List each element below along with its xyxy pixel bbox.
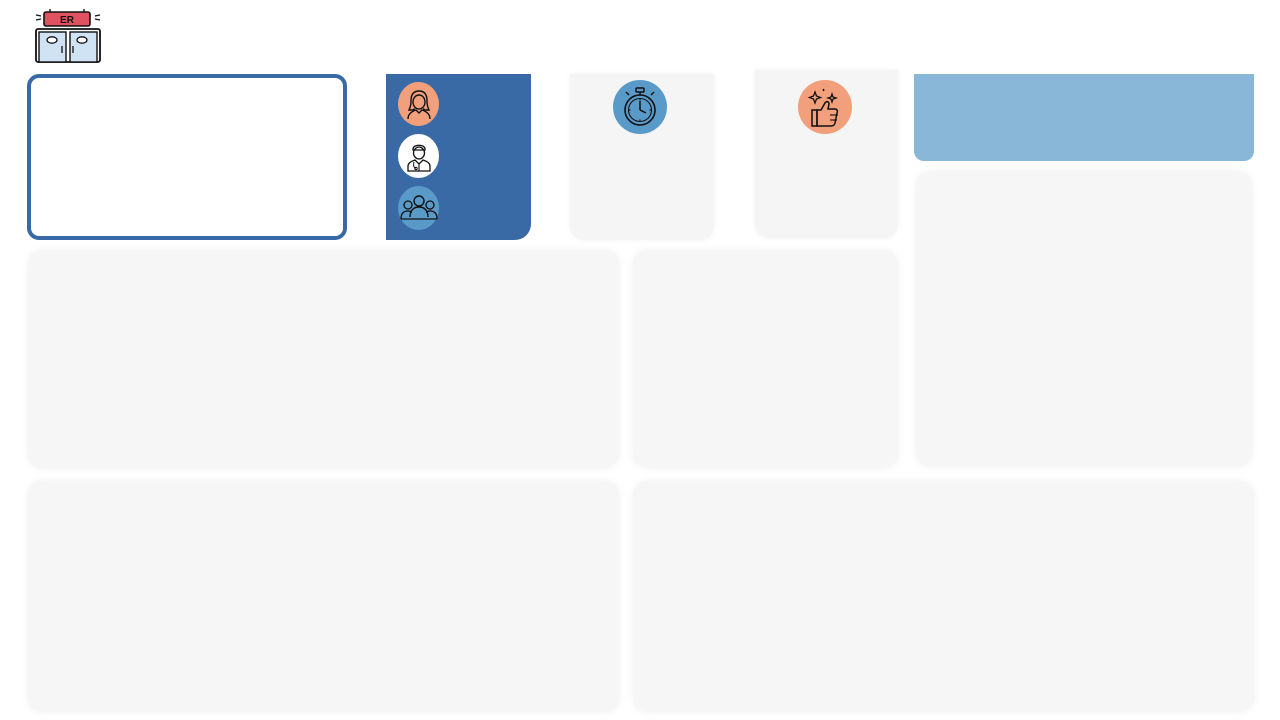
er-logo: ER: [34, 8, 102, 66]
chart-card-middle-center: [633, 250, 898, 468]
chart-card-bottom-right: [633, 481, 1254, 712]
kpi-card-satisfaction: [755, 70, 898, 238]
stopwatch-icon: [624, 87, 656, 126]
chart-card-middle-left: [28, 250, 619, 468]
logo-text: ER: [60, 15, 75, 26]
role-button-female[interactable]: [398, 82, 439, 126]
kpi-icon-badge: [613, 80, 667, 134]
summary-header-block: [914, 74, 1254, 161]
chart-card-right: [916, 171, 1252, 467]
kpi-icon-badge: [798, 80, 852, 134]
role-button-doctor[interactable]: [398, 134, 439, 178]
emergency-room-door-icon: ER: [35, 9, 101, 63]
filter-panel[interactable]: [27, 74, 347, 240]
thumbs-up-sparkle-icon: [807, 88, 839, 127]
female-person-icon: [406, 90, 431, 120]
role-selector-panel: [386, 74, 531, 240]
group-icon: [399, 195, 438, 220]
doctor-icon: [406, 144, 431, 172]
kpi-card-wait-time: [570, 74, 714, 240]
chart-card-bottom-left: [28, 481, 619, 712]
role-button-group[interactable]: [398, 186, 439, 230]
filter-panel-content: [34, 81, 343, 236]
dashboard-page: ER: [0, 0, 1280, 720]
